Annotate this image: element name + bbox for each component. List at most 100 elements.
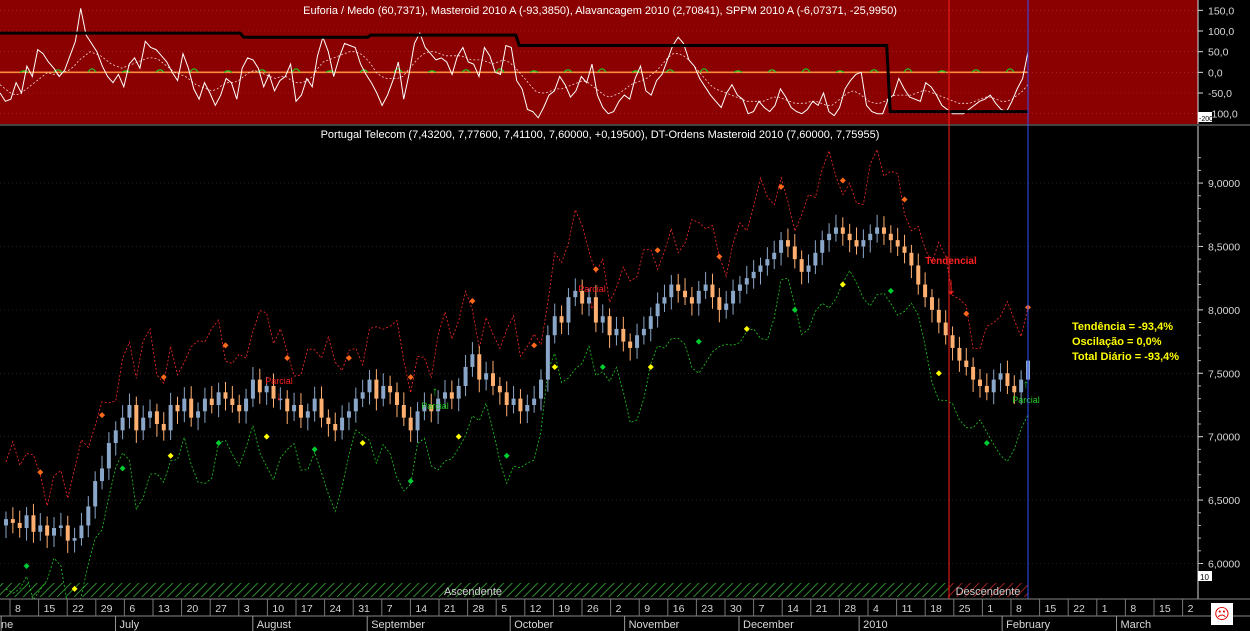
indicator-tick-label: 50,0 xyxy=(1208,47,1229,59)
candle-body xyxy=(943,322,948,336)
candle-body xyxy=(374,379,379,399)
x-month-label: September xyxy=(371,619,425,631)
candle-body xyxy=(127,404,132,418)
candle-body xyxy=(237,404,242,412)
indicator-corner-label: -200 xyxy=(1199,116,1213,123)
candle-body xyxy=(353,398,358,412)
candle-body xyxy=(230,398,235,405)
x-day-label: 14 xyxy=(415,603,427,615)
x-day-label: 10 xyxy=(272,603,284,615)
x-month-label: ne xyxy=(1,619,13,631)
candle-body xyxy=(24,515,29,528)
indicator-tick-label: 150,0 xyxy=(1208,5,1234,17)
candle-body xyxy=(792,246,797,260)
candle-body xyxy=(148,411,153,418)
x-day-label: 5 xyxy=(501,603,507,615)
candle-body xyxy=(820,240,825,253)
candle-body xyxy=(264,385,269,393)
candle-body xyxy=(285,398,290,412)
price-corner-label: 10 xyxy=(1200,573,1209,582)
candle-body xyxy=(326,417,331,425)
x-month-label: February xyxy=(1006,619,1051,631)
price-tick-label: 6,0000 xyxy=(1208,558,1240,570)
candle-body xyxy=(635,335,640,348)
candle-body xyxy=(689,297,694,304)
candle-body xyxy=(751,271,756,279)
price-tick-label: 9,0000 xyxy=(1208,178,1240,190)
x-day-label: 21 xyxy=(444,603,456,615)
candle-body xyxy=(100,468,105,482)
candle-body xyxy=(765,259,770,266)
candle-body xyxy=(202,398,207,412)
x-day-label: 22 xyxy=(72,603,84,615)
annotation-total-diario: Total Diário = -93,4% xyxy=(1072,351,1179,363)
candle-body xyxy=(223,392,228,399)
candle-body xyxy=(971,366,976,380)
x-day-label: 8 xyxy=(1130,603,1136,615)
candle-body xyxy=(676,284,681,291)
candle-body xyxy=(250,379,255,399)
candle-body xyxy=(45,525,50,536)
candle-body xyxy=(731,290,736,304)
candle-body xyxy=(271,385,276,399)
x-month-label: March xyxy=(1121,619,1152,631)
candle-body xyxy=(346,411,351,418)
x-day-label: 25 xyxy=(959,603,971,615)
candle-body xyxy=(936,309,941,323)
sad-face-icon[interactable]: ☹ xyxy=(1211,603,1233,625)
candle-body xyxy=(984,385,989,393)
candle-body xyxy=(875,227,880,234)
candle-body xyxy=(888,233,893,241)
x-day-label: 2 xyxy=(616,603,622,615)
candle-body xyxy=(10,519,15,523)
candle-body xyxy=(484,373,489,380)
signal-label-parcial-4: Parcial xyxy=(1012,395,1040,405)
x-day-label: 31 xyxy=(358,603,370,615)
candle-body xyxy=(367,379,372,393)
signal-label-parcial-2: Parcial xyxy=(421,401,449,411)
candle-body xyxy=(909,252,914,266)
candle-body xyxy=(847,233,852,241)
candle-body xyxy=(340,417,345,431)
x-day-label: 2 xyxy=(1188,603,1194,615)
candle-body xyxy=(490,373,495,386)
candle-body xyxy=(977,379,982,386)
x-day-label: 8 xyxy=(1016,603,1022,615)
x-month-label: 2010 xyxy=(863,619,887,631)
indicator-tick-label: -50,0 xyxy=(1208,88,1232,100)
phase-descendente-label: Descendente xyxy=(956,586,1021,598)
x-day-label: 29 xyxy=(101,603,113,615)
x-month-label: November xyxy=(629,619,680,631)
candle-body xyxy=(1005,373,1010,386)
candle-body xyxy=(628,341,633,348)
candle-body xyxy=(923,284,928,298)
x-day-label: 26 xyxy=(587,603,599,615)
candle-body xyxy=(525,404,530,412)
annotation-oscilacao: Oscilação = 0,0% xyxy=(1072,336,1162,348)
candle-body xyxy=(175,404,180,412)
candle-body xyxy=(614,328,619,336)
candle-body xyxy=(257,379,262,393)
candle-body xyxy=(950,335,955,348)
signal-arrow-tendencial: ↓ xyxy=(945,273,957,300)
candle-body xyxy=(600,316,605,323)
x-day-label: 14 xyxy=(787,603,799,615)
x-day-label: 19 xyxy=(558,603,570,615)
price-title: Portugal Telecom (7,43200, 7,77600, 7,41… xyxy=(321,129,880,141)
candle-body xyxy=(648,316,653,329)
x-day-label: 23 xyxy=(701,603,713,615)
signal-label-parcial-3: Parcial xyxy=(578,284,606,294)
candle-body xyxy=(312,398,317,412)
price-tick-label: 8,5000 xyxy=(1208,241,1240,253)
candle-body xyxy=(442,392,447,399)
candle-body xyxy=(209,398,214,405)
candle-body xyxy=(545,335,550,380)
candle-body xyxy=(779,240,784,253)
candle-body xyxy=(696,290,701,304)
indicator-title: Euforia / Medo (60,7371), Masteroid 2010… xyxy=(303,5,897,17)
candle-body xyxy=(292,404,297,412)
x-day-label: 6 xyxy=(129,603,135,615)
signal-arrow-3: ↓ xyxy=(589,297,595,311)
candle-body xyxy=(388,385,393,393)
candle-body xyxy=(902,246,907,253)
